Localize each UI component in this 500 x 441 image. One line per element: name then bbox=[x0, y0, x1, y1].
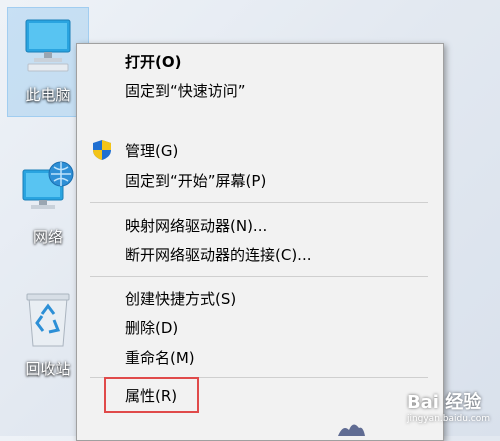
decorative-flower-icon bbox=[338, 424, 365, 436]
baidu-watermark: Bai 经验 jingyan.baidu.com bbox=[407, 388, 490, 424]
menu-item-pin-quick-access[interactable]: 固定到“快速访问” bbox=[125, 81, 246, 101]
menu-separator bbox=[90, 276, 428, 277]
menu-item-map-drive[interactable]: 映射网络驱动器(N)... bbox=[125, 216, 267, 236]
menu-item-pin-start[interactable]: 固定到“开始”屏幕(P) bbox=[125, 171, 266, 191]
menu-item-delete[interactable]: 删除(D) bbox=[125, 318, 178, 338]
menu-item-create-shortcut[interactable]: 创建快捷方式(S) bbox=[125, 289, 236, 309]
context-menu: 打开(O) 固定到“快速访问” 管理(G) 固定到“开始”屏幕(P) 映射网络驱… bbox=[76, 43, 444, 441]
menu-item-manage[interactable]: 管理(G) bbox=[125, 141, 178, 161]
menu-item-properties[interactable]: 属性(R) bbox=[125, 386, 177, 406]
shield-icon bbox=[93, 140, 111, 160]
watermark-url: jingyan.baidu.com bbox=[406, 414, 490, 424]
recycle-bin-icon bbox=[26, 293, 70, 347]
computer-icon bbox=[25, 19, 71, 72]
menu-item-rename[interactable]: 重命名(M) bbox=[125, 348, 195, 368]
network-icon bbox=[22, 161, 74, 209]
menu-item-disconnect-drive[interactable]: 断开网络驱动器的连接(C)... bbox=[125, 245, 311, 265]
menu-separator bbox=[90, 202, 428, 203]
watermark-text: Bai 经验 bbox=[406, 392, 482, 413]
menu-item-open[interactable]: 打开(O) bbox=[125, 52, 181, 72]
